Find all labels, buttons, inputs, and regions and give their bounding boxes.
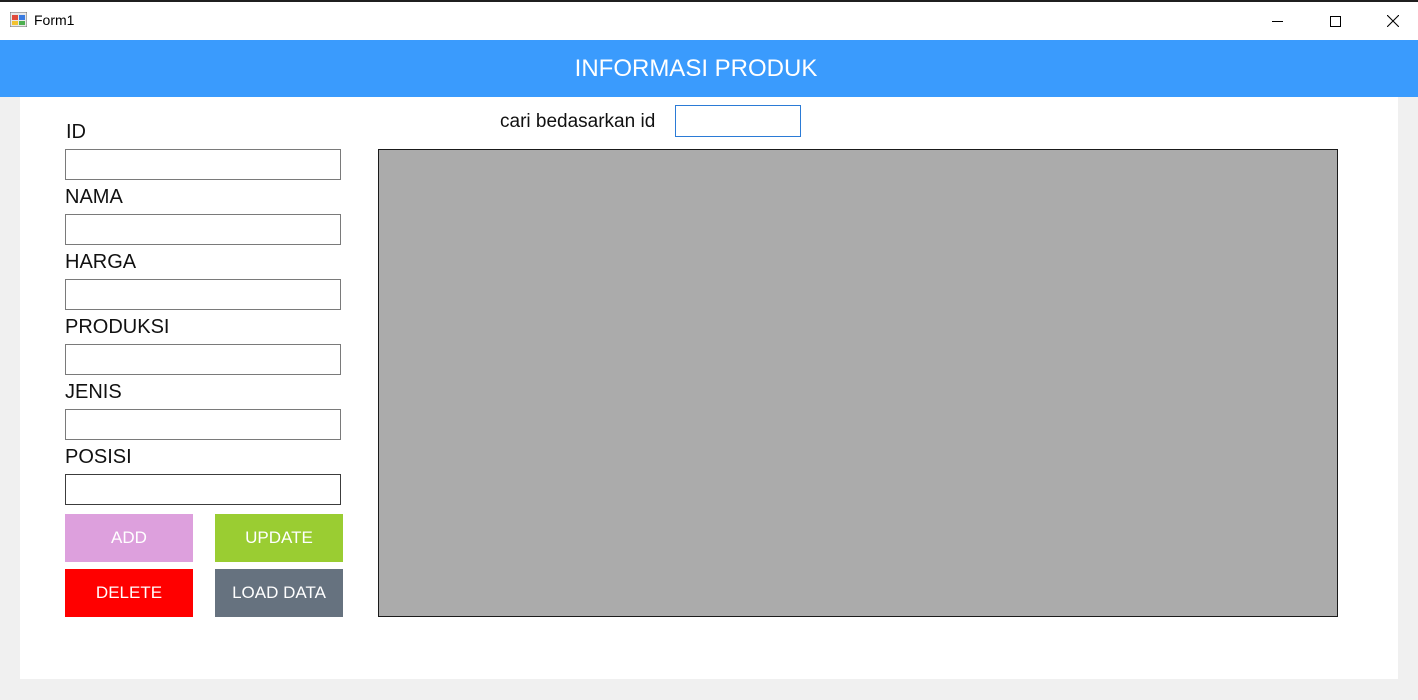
produksi-field[interactable] xyxy=(65,344,341,375)
window-titlebar: Form1 xyxy=(0,2,1418,40)
add-button[interactable]: ADD xyxy=(65,514,193,562)
close-button[interactable] xyxy=(1364,2,1418,40)
main-panel: ID NAMA HARGA PRODUKSI JENIS POSISI ADD … xyxy=(20,97,1398,679)
window-title: Form1 xyxy=(34,12,75,28)
update-button[interactable]: UPDATE xyxy=(215,514,343,562)
load-data-button[interactable]: LOAD DATA xyxy=(215,569,343,617)
close-icon xyxy=(1387,15,1399,27)
minimize-button[interactable] xyxy=(1248,2,1306,40)
winforms-app-icon xyxy=(9,11,28,28)
produksi-label: PRODUKSI xyxy=(65,316,170,338)
id-label: ID xyxy=(66,121,86,143)
search-label: cari bedasarkan id xyxy=(500,111,656,132)
delete-button[interactable]: DELETE xyxy=(65,569,193,617)
nama-field[interactable] xyxy=(65,214,341,245)
header-banner: INFORMASI PRODUK xyxy=(0,40,1418,97)
product-data-grid[interactable] xyxy=(378,149,1338,617)
maximize-icon xyxy=(1329,15,1341,27)
posisi-field[interactable] xyxy=(65,474,341,505)
id-field[interactable] xyxy=(65,149,341,180)
nama-label: NAMA xyxy=(65,186,123,208)
minimize-icon xyxy=(1271,16,1283,27)
jenis-field[interactable] xyxy=(65,409,341,440)
harga-field[interactable] xyxy=(65,279,341,310)
harga-label: HARGA xyxy=(65,251,137,273)
posisi-label: POSISI xyxy=(65,446,132,468)
maximize-button[interactable] xyxy=(1306,2,1364,40)
search-id-input[interactable] xyxy=(675,105,801,137)
page-title: INFORMASI PRODUK xyxy=(574,54,818,82)
jenis-label: JENIS xyxy=(65,381,122,403)
